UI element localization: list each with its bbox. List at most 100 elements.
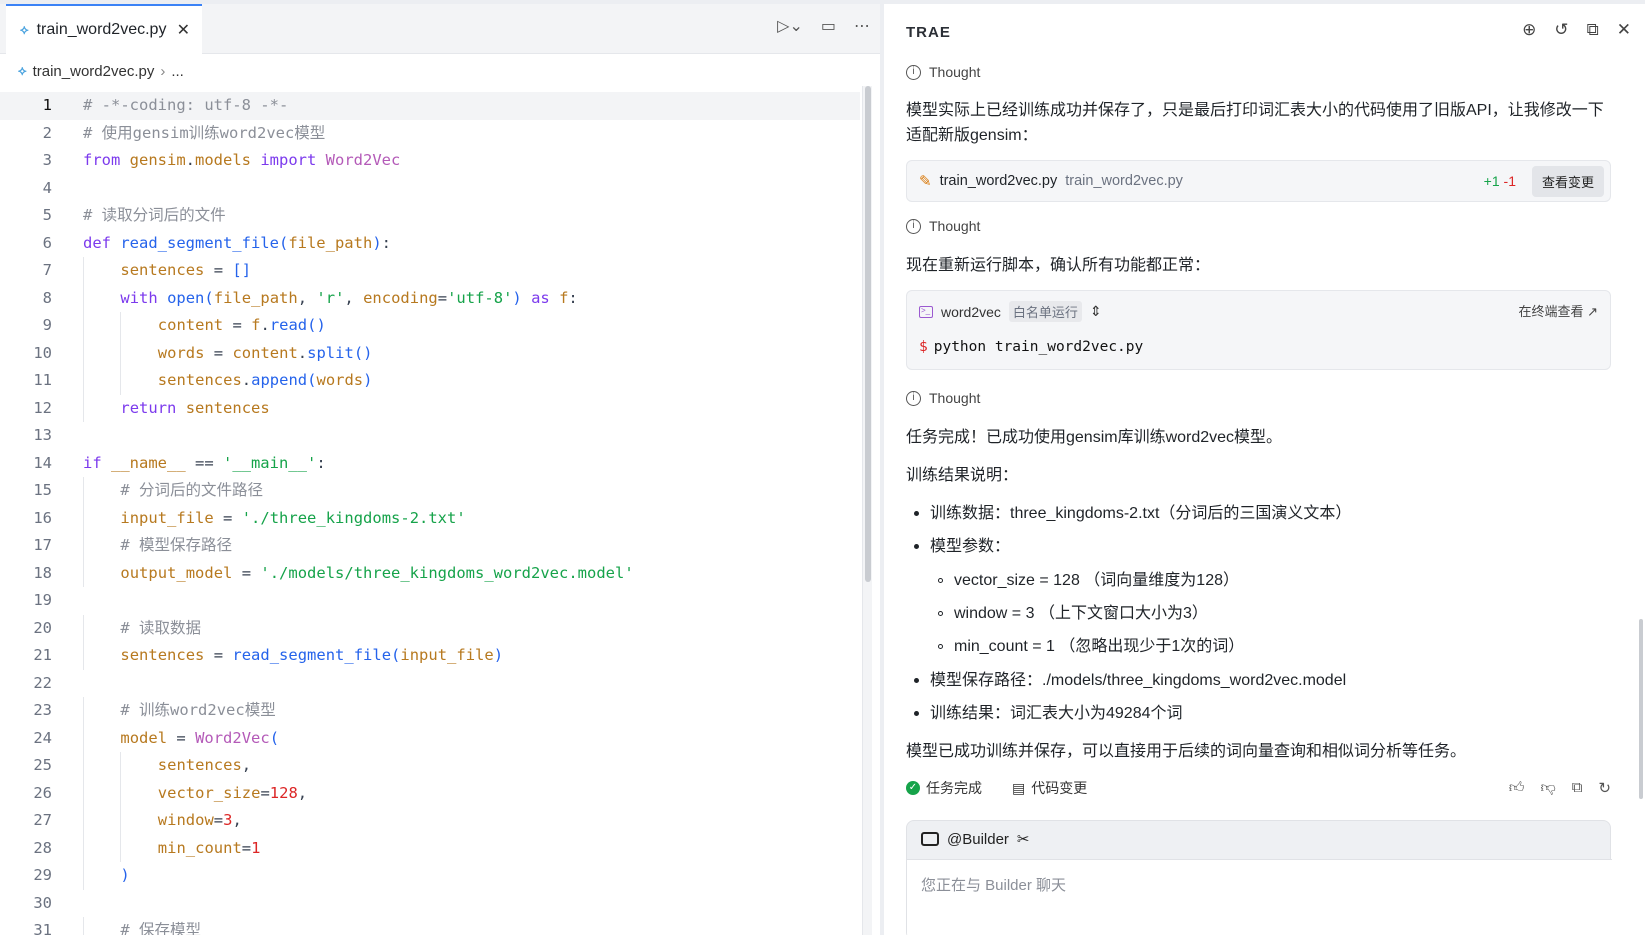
code-line[interactable]: 15 # 分词后的文件路径 bbox=[0, 477, 860, 505]
code-token: ) bbox=[493, 646, 504, 664]
run-icon[interactable]: ▷⌄ bbox=[777, 16, 803, 36]
edit-file-icon: ✎ bbox=[919, 173, 932, 190]
code-line[interactable]: 11 sentences.append(words) bbox=[0, 367, 860, 395]
bullet-icon bbox=[914, 511, 919, 516]
code-line[interactable]: 3 from gensim.models import Word2Vec bbox=[0, 147, 860, 175]
code-token: ) bbox=[120, 866, 130, 884]
thought-toggle-2[interactable]: i Thought bbox=[906, 218, 980, 234]
code-area[interactable]: 1 # -*-coding: utf-8 -*- 2 # 使用gensim训练word… bbox=[0, 92, 860, 935]
split-editor-icon[interactable]: ▭ bbox=[821, 16, 836, 36]
code-line[interactable]: 17 # 模型保存路径 bbox=[0, 532, 860, 560]
chat-input[interactable]: 您正在与 Builder 聊天 bbox=[907, 859, 1612, 935]
panel-scrollbar[interactable] bbox=[1639, 619, 1643, 799]
tab-train-word2vec[interactable]: ⟡ train_word2vec.py ✕ bbox=[6, 4, 202, 54]
code-line[interactable]: 8 with open(file_path, 'r', encoding='utf… bbox=[0, 284, 860, 312]
indent-guide bbox=[120, 339, 122, 367]
panel-header: TRAE ⊕ ↺ ⧉ ✕ bbox=[884, 4, 1645, 60]
close-panel-icon[interactable]: ✕ bbox=[1617, 20, 1631, 40]
code-line[interactable]: 20 # 读取数据 bbox=[0, 614, 860, 642]
regenerate-icon[interactable]: ↻ bbox=[1598, 779, 1611, 797]
code-line[interactable]: 2 # 使用gensim训练word2vec模型 bbox=[0, 120, 860, 148]
indent-guide bbox=[83, 284, 84, 312]
code-token: output_model bbox=[120, 563, 233, 582]
code-line[interactable]: 10 words = content.split() bbox=[0, 339, 860, 367]
code-line[interactable]: 9 content = f.read() bbox=[0, 312, 860, 340]
code-line[interactable]: 31 # 保存模型 bbox=[0, 917, 860, 935]
indent-guide bbox=[83, 614, 84, 642]
indent-guide bbox=[83, 834, 84, 862]
code-token: with bbox=[120, 288, 168, 307]
diff-removed: -1 bbox=[1503, 173, 1516, 189]
code-token: encoding bbox=[363, 288, 438, 307]
indent-guide bbox=[120, 807, 122, 835]
breadcrumb-file[interactable]: train_word2vec.py bbox=[33, 63, 155, 80]
panel-header-actions: ⊕ ↺ ⧉ ✕ bbox=[1522, 20, 1631, 40]
code-token: ) bbox=[363, 371, 373, 389]
copy-icon[interactable]: ⧉ bbox=[1572, 779, 1583, 797]
thumbs-down-icon[interactable]: 👎︎ bbox=[1540, 779, 1555, 797]
code-token: # 模型保存路径 bbox=[120, 536, 233, 554]
indent-guide bbox=[83, 339, 84, 367]
history-icon[interactable]: ↺ bbox=[1554, 20, 1568, 40]
code-line[interactable]: 13 bbox=[0, 422, 860, 450]
agent-selector[interactable]: @Builder ✂ bbox=[921, 830, 1030, 848]
run-mode-select[interactable]: 白名单运行 bbox=[1008, 301, 1082, 322]
editor-scrollbar[interactable] bbox=[862, 86, 872, 935]
code-changes-link[interactable]: ▤ 代码变更 bbox=[1012, 778, 1087, 798]
code-token: return bbox=[120, 398, 186, 417]
code-line[interactable]: 5 # 读取分词后的文件 bbox=[0, 202, 860, 230]
code-token: ) bbox=[372, 233, 382, 252]
chevron-updown-icon[interactable]: ⇕ bbox=[1090, 303, 1102, 320]
file-change-card[interactable]: ✎ train_word2vec.py train_word2vec.py +1… bbox=[906, 160, 1611, 202]
code-token: models bbox=[195, 151, 252, 169]
code-line[interactable]: 30 bbox=[0, 890, 860, 918]
breadcrumb-more[interactable]: ... bbox=[171, 63, 184, 80]
line-number: 26 bbox=[33, 783, 52, 802]
code-line[interactable]: 6 def read_segment_file(file_path): bbox=[0, 230, 860, 258]
code-token: # 分词后的文件路径 bbox=[120, 481, 264, 499]
code-token: read_segment_file bbox=[120, 233, 279, 252]
bullet-icon bbox=[914, 711, 919, 716]
line-number: 22 bbox=[33, 673, 52, 692]
assistant-message-4: 训练结果说明： bbox=[906, 467, 1019, 484]
code-text: sentences = read_segment_file(input_file… bbox=[120, 642, 503, 670]
code-token: () bbox=[307, 316, 326, 334]
thumbs-up-icon[interactable]: 👍︎ bbox=[1509, 779, 1525, 797]
thought-toggle-3[interactable]: i Thought bbox=[906, 390, 980, 406]
view-changes-button[interactable]: 查看变更 bbox=[1531, 165, 1604, 197]
code-token: = bbox=[437, 288, 448, 307]
code-line[interactable]: 24 model = Word2Vec( bbox=[0, 724, 860, 752]
editor-scrollbar-thumb[interactable] bbox=[865, 86, 871, 582]
code-line[interactable]: 27 window=3, bbox=[0, 807, 860, 835]
code-line[interactable]: 14 if __name__ == '__main__': bbox=[0, 450, 860, 478]
code-line[interactable]: 26 vector_size=128, bbox=[0, 779, 860, 808]
thought-toggle-1[interactable]: i Thought bbox=[906, 64, 980, 80]
code-text: vector_size=128, bbox=[158, 780, 307, 808]
code-token: vector_size bbox=[157, 783, 261, 802]
hollow-bullet-icon bbox=[938, 578, 943, 583]
code-line[interactable]: 22 bbox=[0, 670, 860, 698]
code-token: Word2Vec bbox=[195, 728, 270, 747]
prompt-symbol: $ bbox=[919, 339, 928, 355]
code-line[interactable]: 23 # 训练word2vec模型 bbox=[0, 697, 860, 725]
close-tab-icon[interactable]: ✕ bbox=[177, 20, 190, 40]
code-line[interactable]: 4 bbox=[0, 175, 860, 203]
code-line[interactable]: 29) bbox=[0, 862, 860, 890]
open-in-terminal-link[interactable]: 在终端查看 ↗ bbox=[1518, 301, 1598, 320]
code-line[interactable]: 1 # -*-coding: utf-8 -*- bbox=[0, 92, 860, 120]
line-number: 1 bbox=[42, 96, 52, 114]
open-external-icon[interactable]: ⧉ bbox=[1587, 20, 1599, 40]
code-line[interactable]: 19 bbox=[0, 587, 860, 615]
more-actions-icon[interactable]: ⋯ bbox=[854, 16, 870, 36]
code-text: # 分词后的文件路径 bbox=[120, 477, 263, 505]
code-line[interactable]: 28 min_count=1 bbox=[0, 834, 860, 862]
code-line[interactable]: 7 sentences = [] bbox=[0, 257, 860, 285]
code-line[interactable]: 16 input_file = './three_kingdoms-2.txt' bbox=[0, 504, 860, 532]
code-line[interactable]: 21 sentences = read_segment_file(input_fi… bbox=[0, 642, 860, 670]
new-chat-icon[interactable]: ⊕ bbox=[1522, 20, 1536, 40]
code-line[interactable]: 18 output_model = './models/three_kingdom… bbox=[0, 559, 860, 587]
indent-guide bbox=[83, 504, 84, 532]
code-line[interactable]: 12 return sentences bbox=[0, 394, 860, 422]
code-line[interactable]: 25 sentences, bbox=[0, 752, 860, 780]
code-token: open bbox=[167, 288, 205, 307]
